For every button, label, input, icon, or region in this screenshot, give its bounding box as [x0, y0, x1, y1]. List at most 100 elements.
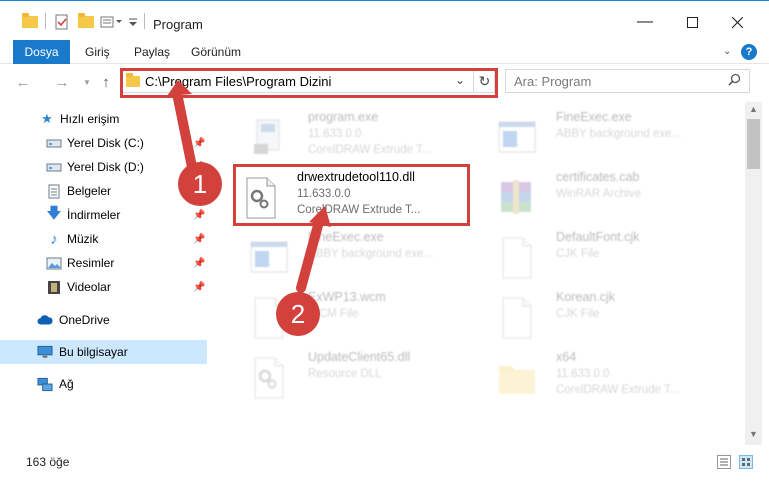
file-item[interactable]: FineExec.exe ABBY background exe...	[225, 224, 460, 286]
folder-icon	[22, 13, 38, 31]
sidebar-item-videos[interactable]: Videolar 📌	[0, 275, 207, 299]
exe-icon	[245, 114, 293, 162]
sidebar-item-label: Yerel Disk (D:)	[67, 160, 144, 174]
up-arrow-icon[interactable]: ↑	[96, 72, 116, 92]
new-folder-icon[interactable]	[78, 13, 94, 31]
file-item-selected[interactable]: drwextrudetool110.dll 11.633.0.0 CorelDR…	[225, 164, 460, 226]
sidebar-item-this-pc[interactable]: Bu bilgisayar	[0, 340, 207, 364]
divider	[144, 13, 145, 29]
pin-icon[interactable]: 📌	[193, 138, 205, 149]
scroll-thumb[interactable]	[747, 119, 760, 169]
close-button[interactable]	[722, 10, 752, 34]
file-detail: CorelDRAW Extrude T...	[556, 384, 680, 396]
drive-icon	[46, 159, 62, 175]
file-item[interactable]: FineExec.exe ABBY background exe...	[473, 104, 708, 166]
sidebar-item-local-disk-c[interactable]: Yerel Disk (C:) 📌	[0, 131, 207, 155]
refresh-icon[interactable]: ↻	[473, 70, 495, 92]
file-item[interactable]: program.exe 11.633.0.0 CorelDRAW Extrude…	[225, 104, 460, 166]
file-item[interactable]: x64 11.633.0.0 CorelDRAW Extrude T...	[473, 344, 708, 406]
video-icon	[46, 279, 62, 295]
documents-icon	[46, 183, 62, 199]
navigation-pane: ★ Hızlı erişim Yerel Disk (C:) 📌 Yerel D…	[0, 102, 210, 445]
pin-icon[interactable]: 📌	[193, 234, 205, 245]
scroll-up-icon[interactable]: ▲	[749, 104, 758, 114]
computer-icon	[37, 344, 53, 360]
sidebar-item-documents[interactable]: Belgeler 📌	[0, 179, 207, 203]
file-detail: WinRAR Archive	[556, 188, 641, 200]
file-item[interactable]: DefaultFont.cjk CJK File	[473, 224, 708, 286]
dll-gear-icon	[245, 354, 293, 402]
large-icons-view-icon[interactable]	[739, 455, 753, 469]
folder-icon	[126, 73, 140, 87]
file-detail: 11.633.0.0	[308, 128, 362, 140]
file-detail: 11.633.0.0	[556, 368, 610, 380]
forward-arrow-icon[interactable]: →	[52, 72, 72, 92]
winrar-icon	[493, 174, 541, 222]
file-detail: Resource DLL	[308, 368, 382, 380]
file-detail: CorelDRAW Extrude T...	[297, 204, 421, 216]
title-bar: Program —	[0, 0, 769, 40]
chevron-down-icon[interactable]: ⌄	[455, 73, 465, 87]
step-badge-2: 2	[276, 292, 320, 336]
search-input[interactable]: Ara: Program	[514, 74, 591, 89]
file-name: UpdateClient65.dll	[308, 350, 411, 364]
search-box[interactable]: Ara: Program	[505, 69, 750, 93]
music-icon: ♪	[50, 230, 58, 248]
properties-icon[interactable]	[54, 13, 70, 31]
recent-locations-icon[interactable]: ▼	[77, 72, 97, 92]
dropdown-icon[interactable]	[128, 13, 138, 31]
scroll-down-icon[interactable]: ▼	[749, 429, 758, 439]
tab-home[interactable]: Giriş	[85, 40, 110, 64]
navigation-bar: ← → ▼ ↑ C:\Program Files\Program Dizini …	[0, 64, 769, 102]
tab-view[interactable]: Görünüm	[191, 40, 241, 64]
search-icon[interactable]	[728, 73, 741, 89]
divider	[45, 13, 46, 29]
details-view-icon[interactable]	[717, 455, 731, 469]
file-name: FineExec.exe	[308, 230, 384, 244]
file-detail: CJK File	[556, 308, 600, 320]
file-detail: CJK File	[556, 248, 600, 260]
pin-icon[interactable]: 📌	[193, 258, 205, 269]
file-name: FineExec.exe	[556, 110, 632, 124]
sidebar-item-label: Belgeler	[67, 184, 112, 198]
sidebar-item-downloads[interactable]: 🡇 İndirmeler 📌	[0, 203, 207, 227]
sidebar-item-label: Videolar	[67, 280, 111, 294]
step-badge-1: 1	[178, 162, 222, 206]
sidebar-item-pictures[interactable]: Resimler 📌	[0, 251, 207, 275]
sidebar-item-network[interactable]: Ağ	[0, 372, 207, 396]
file-detail: ABBY background exe...	[556, 128, 682, 140]
help-icon[interactable]: ?	[741, 44, 757, 60]
address-path[interactable]: C:\Program Files\Program Dizini	[145, 74, 331, 89]
pictures-icon	[46, 255, 62, 271]
file-detail: CorelDRAW Extrude T...	[308, 144, 432, 156]
file-name: certificates.cab	[556, 170, 640, 184]
file-name: x64	[556, 350, 577, 364]
file-item[interactable]: Korean.cjk CJK File	[473, 284, 708, 346]
pin-icon[interactable]: 📌	[193, 210, 205, 221]
back-arrow-icon[interactable]: ←	[13, 72, 33, 92]
file-name: DefaultFont.cjk	[556, 230, 640, 244]
file-name: program.exe	[308, 110, 379, 124]
sidebar-item-onedrive[interactable]: OneDrive	[0, 308, 207, 332]
file-item[interactable]: ExWP13.wcm WCM File	[225, 284, 460, 346]
sidebar-item-label: Yerel Disk (C:)	[67, 136, 144, 150]
vertical-scrollbar[interactable]: ▲ ▼	[745, 102, 762, 445]
minimize-button[interactable]: —	[630, 10, 660, 34]
pin-icon[interactable]: 📌	[193, 282, 205, 293]
sidebar-item-local-disk-d[interactable]: Yerel Disk (D:) 📌	[0, 155, 207, 179]
tab-share[interactable]: Paylaş	[134, 40, 170, 64]
customize-toolbar-icon[interactable]	[100, 13, 126, 31]
sidebar-item-music[interactable]: ♪ Müzik 📌	[0, 227, 207, 251]
sidebar-item-quick-access[interactable]: ★ Hızlı erişim	[0, 107, 207, 131]
file-item[interactable]: certificates.cab WinRAR Archive	[473, 164, 708, 226]
sidebar-item-label: Hızlı erişim	[60, 112, 120, 126]
network-icon	[37, 376, 53, 392]
expand-ribbon-icon[interactable]: ⌄	[723, 40, 731, 64]
window-title: Program	[153, 17, 203, 32]
address-bar[interactable]: C:\Program Files\Program Dizini ⌄ ↻	[120, 69, 495, 93]
exe-window-icon	[493, 114, 541, 162]
folder-icon	[493, 354, 541, 402]
file-item[interactable]: UpdateClient65.dll Resource DLL	[225, 344, 460, 406]
file-detail: ABBY background exe...	[308, 248, 434, 260]
maximize-button[interactable]	[677, 10, 707, 34]
